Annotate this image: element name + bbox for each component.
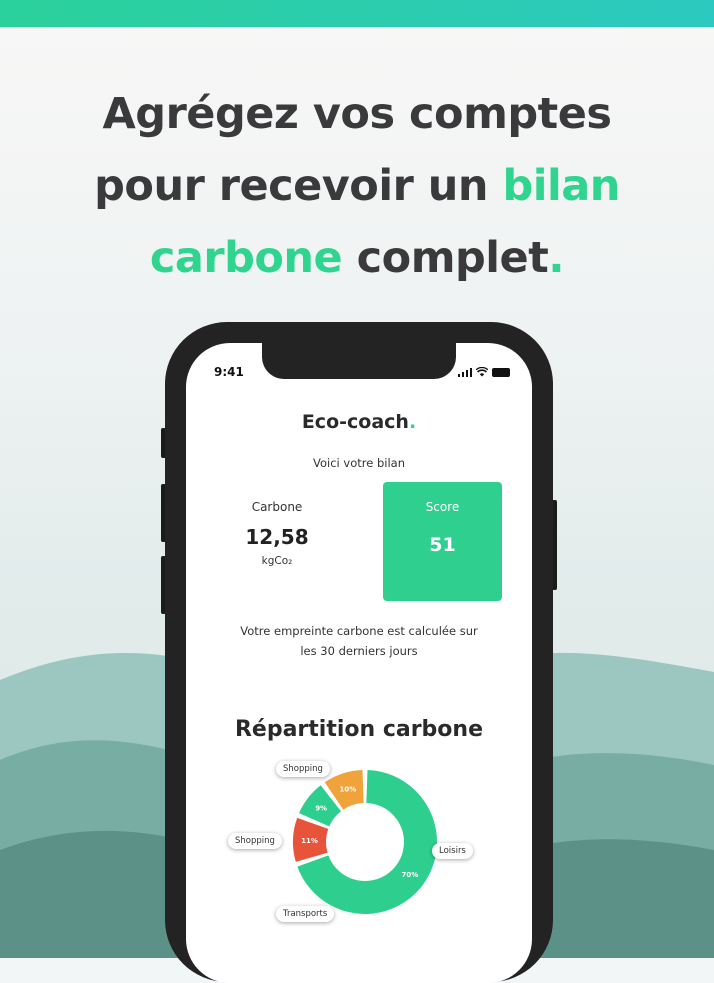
donut-percent-label-0: 70% (402, 871, 419, 879)
headline-line-2: pour recevoir un bilan (0, 150, 714, 222)
donut-category-label-1: Transports (276, 906, 335, 922)
headline-accent-carbone: carbone (149, 233, 343, 283)
headline-accent-bilan: bilan (502, 161, 620, 211)
headline-dot: . (548, 233, 565, 283)
donut-percent-label-1: 11% (301, 837, 318, 845)
donut-category-label-2: Shopping (228, 833, 282, 849)
donut-category-label-0: Loisirs (432, 843, 473, 859)
headline-line-2-text: pour recevoir un (94, 161, 503, 211)
carbon-donut-chart: 70% 11% 9% 10% (293, 770, 437, 914)
donut-percent-label-3: 10% (339, 786, 356, 794)
headline-line-3-text: complet (342, 233, 549, 283)
top-gradient-bar (0, 0, 714, 27)
headline-line-3: carbone complet. (0, 222, 714, 294)
headline-line-1: Agrégez vos comptes (102, 89, 612, 139)
donut-category-label-3: Shopping (276, 761, 330, 777)
donut-percent-label-2: 9% (315, 804, 327, 812)
headline: Agrégez vos comptes pour recevoir un bil… (0, 78, 714, 294)
phone-screen: 9:41 Eco-coach. Voici votre bilan Carbon… (186, 343, 532, 983)
